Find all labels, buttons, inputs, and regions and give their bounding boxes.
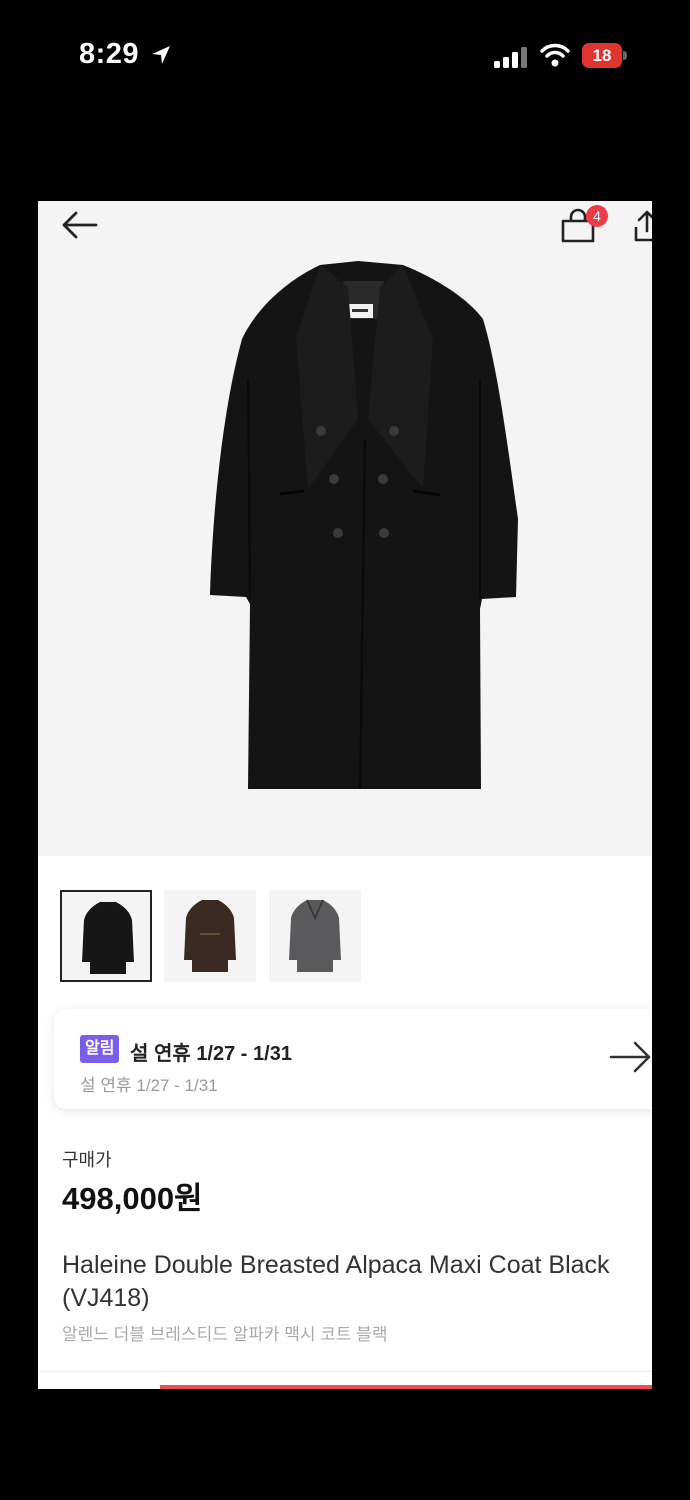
coat-thumbnail-image bbox=[82, 902, 134, 974]
thumbnail-grey[interactable] bbox=[269, 890, 361, 982]
back-arrow-icon[interactable] bbox=[60, 209, 100, 241]
status-bar: 8:29 18 bbox=[0, 0, 690, 110]
product-page: 4 알림 설 연휴 1/27 - 1/31 설 연휴 1/27 - 1/31 구… bbox=[38, 201, 652, 1389]
battery-level: 18 bbox=[592, 46, 612, 65]
product-name-en: Haleine Double Breasted Alpaca Maxi Coat… bbox=[62, 1251, 610, 1312]
arrow-right-icon bbox=[609, 1041, 651, 1073]
product-main-image bbox=[210, 261, 518, 790]
price-label: 구매가 bbox=[62, 1150, 112, 1170]
cellular-signal-icon bbox=[494, 47, 527, 68]
status-time: 8:29 bbox=[79, 38, 140, 70]
share-icon[interactable] bbox=[632, 209, 652, 243]
holiday-notice-card[interactable]: 알림 설 연휴 1/27 - 1/31 설 연휴 1/27 - 1/31 bbox=[54, 1009, 652, 1109]
cart-count-badge: 4 bbox=[586, 205, 608, 227]
notice-title: 설 연휴 1/27 - 1/31 bbox=[130, 1043, 292, 1065]
wifi-icon bbox=[540, 43, 570, 67]
product-image-area: 4 bbox=[38, 201, 652, 856]
buy-button-edge[interactable] bbox=[160, 1385, 652, 1389]
coat-thumbnail-image bbox=[289, 899, 341, 972]
notice-subtitle: 설 연휴 1/27 - 1/31 bbox=[80, 1076, 218, 1095]
divider bbox=[38, 1371, 652, 1372]
thumbnail-black[interactable] bbox=[60, 890, 152, 982]
coat-thumbnail-image bbox=[184, 900, 236, 972]
product-name-ko: 알렌느 더블 브레스티드 알파카 맥시 코트 블랙 bbox=[62, 1325, 388, 1344]
location-arrow-icon bbox=[152, 46, 170, 64]
battery-indicator: 18 bbox=[582, 43, 628, 68]
thumbnail-brown[interactable] bbox=[164, 890, 256, 982]
product-price: 498,000원 bbox=[62, 1181, 203, 1216]
notice-badge: 알림 bbox=[80, 1035, 120, 1063]
